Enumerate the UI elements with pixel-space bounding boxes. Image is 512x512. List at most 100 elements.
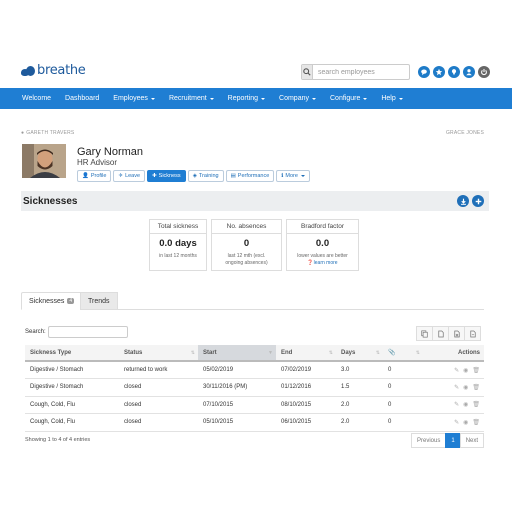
col-sickness-type[interactable]: Sickness Type <box>25 345 119 362</box>
stat-title: Total sickness <box>150 220 206 234</box>
table-search-input[interactable] <box>48 326 128 338</box>
next-employee-link[interactable]: GRACE JONES <box>446 130 484 136</box>
edit-icon[interactable]: ✎ <box>454 384 459 391</box>
star-glyph <box>435 68 443 76</box>
chat-icon[interactable] <box>418 66 430 78</box>
add-sickness-button[interactable] <box>472 195 484 207</box>
cell-end: 06/10/2015 <box>276 413 336 432</box>
next-page-button[interactable]: Next <box>459 433 485 448</box>
nav-dashboard[interactable]: Dashboard <box>65 95 99 102</box>
nav-label: Welcome <box>22 95 52 102</box>
page-1-button[interactable]: 1 <box>445 433 461 448</box>
edit-icon[interactable]: ✎ <box>454 419 459 426</box>
column-label: Status <box>124 349 143 356</box>
learn-more-link[interactable]: ❓learn more <box>287 260 358 267</box>
pager-label: 1 <box>451 437 455 444</box>
cell-start: 30/11/2016 (PM) <box>198 378 276 397</box>
view-icon[interactable]: ◉ <box>463 419 468 426</box>
cell-status: closed <box>119 396 198 414</box>
col-actions: Actions <box>423 345 484 362</box>
cell-attachments: 0 <box>383 378 423 397</box>
nav-label: Employees <box>113 95 148 102</box>
avatar <box>22 144 66 178</box>
table-search-label: Search: <box>25 329 46 335</box>
previous-page-button[interactable]: Previous <box>411 433 447 448</box>
star-icon[interactable] <box>433 66 445 78</box>
excel-button[interactable] <box>448 326 465 341</box>
view-icon[interactable]: ◉ <box>463 384 468 391</box>
column-label: Start <box>203 349 217 356</box>
col-start[interactable]: Start ▼ <box>198 345 276 362</box>
stat-value: 0.0 days <box>159 238 197 249</box>
previous-employee-link[interactable]: ● GARETH TRAVERS <box>21 130 74 136</box>
table-row: Cough, Cold, Flu closed 05/10/2015 06/10… <box>25 413 484 432</box>
employee-photo <box>22 144 66 178</box>
nav-recruitment[interactable]: Recruitment <box>169 95 214 102</box>
nav-employees[interactable]: Employees <box>113 95 155 102</box>
caret-down-icon <box>363 97 368 100</box>
tab-label: More <box>285 173 298 179</box>
edit-icon[interactable]: ✎ <box>454 367 459 374</box>
total-sickness-card: Total sickness 0.0 days in last 12 month… <box>149 219 207 271</box>
tab-sickness[interactable]: ✚ Sickness <box>147 170 186 182</box>
tab-more[interactable]: ℹ More <box>276 170 310 182</box>
cell-days: 3.0 <box>336 361 383 379</box>
stat-title: Bradford factor <box>287 220 358 234</box>
trash-icon[interactable]: 🗑 <box>472 401 480 408</box>
search-input[interactable] <box>313 65 409 79</box>
table-info: Showing 1 to 4 of 4 entries <box>25 437 91 443</box>
col-status[interactable]: Status ⇅ <box>119 345 198 362</box>
col-attachments[interactable]: 📎 ⇅ <box>383 345 423 362</box>
cell-days: 2.0 <box>336 396 383 414</box>
tab-profile[interactable]: 👤 Profile <box>77 170 112 182</box>
tab-training[interactable]: ◈ Training <box>187 170 224 182</box>
trash-icon[interactable]: 🗑 <box>472 384 480 391</box>
caret-down-icon <box>398 97 403 100</box>
copy-icon <box>421 329 428 337</box>
nav-label: Configure <box>330 95 361 102</box>
pin-icon[interactable] <box>448 66 460 78</box>
breathe-logo[interactable]: breathe <box>21 63 86 78</box>
tab-sicknesses[interactable]: Sicknesses 4 <box>21 292 83 310</box>
sort-icon: ▼ <box>268 350 273 356</box>
cell-days: 1.5 <box>336 378 383 397</box>
logo-text: breathe <box>37 63 86 78</box>
tab-leave[interactable]: ✈ Leave <box>113 170 146 182</box>
user-icon[interactable] <box>463 66 475 78</box>
nav-company[interactable]: Company <box>279 95 316 102</box>
tab-label: Performance <box>237 173 270 179</box>
csv-button[interactable] <box>432 326 449 341</box>
sickness-tabs: Sicknesses 4 Trends <box>21 292 484 310</box>
export-buttons <box>416 326 481 341</box>
employee-role: HR Advisor <box>77 158 118 167</box>
graduation-cap-icon: ◈ <box>192 173 197 179</box>
search-button[interactable] <box>302 65 313 79</box>
tab-trends[interactable]: Trends <box>80 292 118 310</box>
table-header-row: Sickness Type Status ⇅ Start ▼ End ⇅ Days ⇅ … <box>25 345 484 362</box>
trash-icon[interactable]: 🗑 <box>472 367 480 374</box>
col-end[interactable]: End ⇅ <box>276 345 336 362</box>
download-button[interactable] <box>457 195 469 207</box>
nav-help[interactable]: Help <box>381 95 403 102</box>
tab-label: Profile <box>90 173 107 179</box>
edit-icon[interactable]: ✎ <box>454 401 459 408</box>
pdf-button[interactable] <box>464 326 481 341</box>
view-icon[interactable]: ◉ <box>463 367 468 374</box>
trash-icon[interactable]: 🗑 <box>472 419 480 426</box>
cell-end: 08/10/2015 <box>276 396 336 414</box>
col-days[interactable]: Days ⇅ <box>336 345 383 362</box>
chevron-left-icon: ● <box>21 130 25 136</box>
power-icon[interactable] <box>478 66 490 78</box>
copy-button[interactable] <box>416 326 433 341</box>
view-icon[interactable]: ◉ <box>463 401 468 408</box>
paperclip-icon: 📎 <box>388 350 396 356</box>
nav-welcome[interactable]: Welcome <box>22 95 51 102</box>
absences-card: No. absences 0 last 12 mth (excl. ongoin… <box>211 219 282 271</box>
tab-performance[interactable]: ▤ Performance <box>225 170 275 182</box>
employee-subtabs: 👤 Profile ✈ Leave ✚ Sickness ◈ Training ▤ Per… <box>77 170 310 182</box>
cloud-logo-icon <box>21 65 35 76</box>
chart-icon: ▤ <box>230 173 236 179</box>
nav-configure[interactable]: Configure <box>330 95 368 102</box>
employee-pager: ● GARETH TRAVERS GRACE JONES <box>21 130 484 136</box>
nav-reporting[interactable]: Reporting <box>228 95 266 102</box>
